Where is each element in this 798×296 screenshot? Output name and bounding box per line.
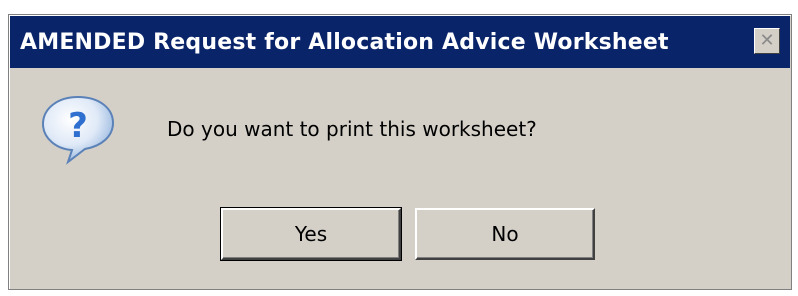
svg-text:?: ?: [68, 106, 88, 146]
close-button[interactable]: ✕: [754, 28, 780, 54]
close-icon: ✕: [759, 30, 775, 51]
question-balloon-icon: ?: [41, 95, 115, 165]
yes-button[interactable]: Yes: [220, 207, 402, 261]
no-button-label: No: [491, 222, 519, 246]
dialog-message: Do you want to print this worksheet?: [167, 117, 537, 141]
yes-button-label: Yes: [294, 222, 328, 246]
title-bar[interactable]: AMENDED Request for Allocation Advice Wo…: [10, 16, 790, 68]
dialog-title: AMENDED Request for Allocation Advice Wo…: [20, 29, 669, 55]
print-confirm-dialog: AMENDED Request for Allocation Advice Wo…: [8, 14, 792, 290]
no-button[interactable]: No: [415, 208, 595, 260]
